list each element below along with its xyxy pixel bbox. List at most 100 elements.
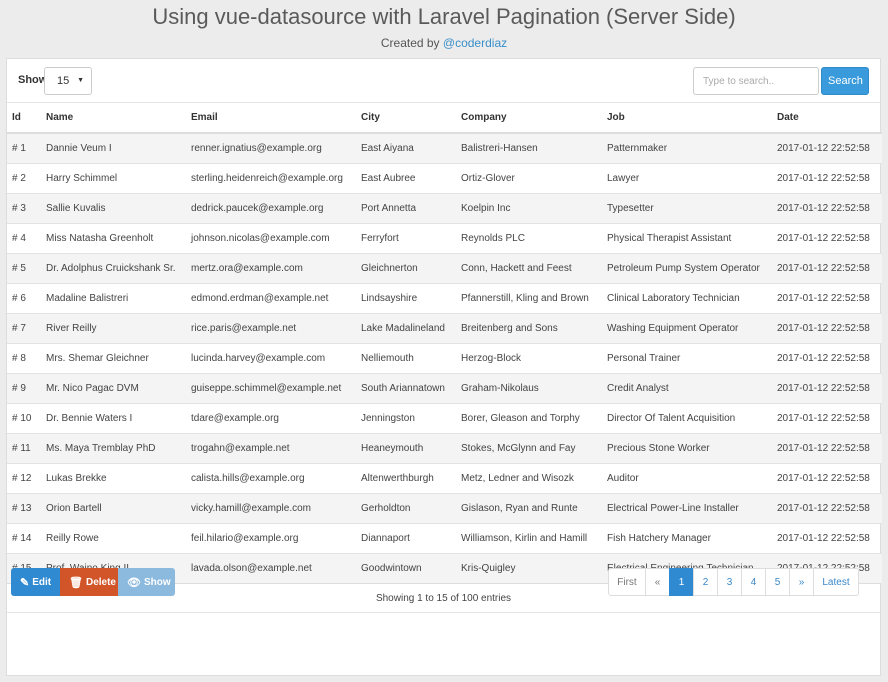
table-row[interactable]: # 12 Lukas Brekke calista.hills@example.or…: [7, 462, 882, 493]
table-cell: # 7: [7, 312, 41, 343]
table-cell: 2017-01-12 22:52:58: [772, 402, 882, 433]
table-cell: 2017-01-12 22:52:58: [772, 222, 882, 253]
page-header: Using vue-datasource with Laravel Pagina…: [0, 0, 888, 52]
table-row[interactable]: # 2 Harry Schimmel sterling.heidenreich@ex…: [7, 162, 882, 193]
table-row[interactable]: # 6 Madaline Balistreri edmond.erdman@exam…: [7, 282, 882, 313]
table-row[interactable]: # 4 Miss Natasha Greenholt johnson.nicolas…: [7, 222, 882, 253]
column-header[interactable]: Id: [7, 103, 41, 134]
table-cell: Electrical Power-Line Installer: [602, 492, 772, 523]
table-cell: Precious Stone Worker: [602, 432, 772, 463]
toolbar: Show 15 ▼ Search: [7, 59, 880, 103]
table-cell: Ms. Maya Tremblay PhD: [41, 432, 186, 463]
table-cell: 2017-01-12 22:52:58: [772, 342, 882, 373]
table-cell: lucinda.harvey@example.com: [186, 342, 356, 373]
author-link[interactable]: @coderdiaz: [443, 36, 507, 50]
table-cell: # 2: [7, 162, 41, 193]
column-header[interactable]: Job: [602, 103, 772, 134]
table-cell: Petroleum Pump System Operator: [602, 252, 772, 283]
column-header[interactable]: City: [356, 103, 456, 134]
table-cell: Balistreri-Hansen: [456, 132, 602, 163]
table-cell: Stokes, McGlynn and Fay: [456, 432, 602, 463]
table-cell: 2017-01-12 22:52:58: [772, 312, 882, 343]
created-by-label: Created by: [380, 36, 440, 50]
table-cell: Lake Madalineland: [356, 312, 456, 343]
column-header[interactable]: Date: [772, 103, 882, 134]
table-cell: renner.ignatius@example.org: [186, 132, 356, 163]
page-number[interactable]: 4: [741, 568, 766, 596]
table-row[interactable]: # 11 Ms. Maya Tremblay PhD trogahn@example…: [7, 432, 882, 463]
table-cell: Director Of Talent Acquisition: [602, 402, 772, 433]
table-row[interactable]: # 8 Mrs. Shemar Gleichner lucinda.harvey@e…: [7, 342, 882, 373]
page-number[interactable]: 5: [765, 568, 790, 596]
table-cell: Typesetter: [602, 192, 772, 223]
table-row[interactable]: # 5 Dr. Adolphus Cruickshank Sr. mertz.ora…: [7, 252, 882, 283]
table-row[interactable]: # 3 Sallie Kuvalis dedrick.paucek@example.…: [7, 192, 882, 223]
page-number[interactable]: 1: [669, 568, 694, 596]
action-buttons: ✎ Edit 🗑 Delete 👁 Show: [11, 568, 175, 596]
table-cell: edmond.erdman@example.net: [186, 282, 356, 313]
delete-button[interactable]: 🗑 Delete: [60, 568, 118, 596]
show-button[interactable]: 👁 Show: [118, 568, 175, 596]
table-cell: Reilly Rowe: [41, 522, 186, 553]
page-prev[interactable]: «: [645, 568, 670, 596]
table-cell: # 11: [7, 432, 41, 463]
table-cell: Borer, Gleason and Torphy: [456, 402, 602, 433]
table-row[interactable]: # 7 River Reilly rice.paris@example.net Lak…: [7, 312, 882, 343]
page-latest[interactable]: Latest: [813, 568, 859, 596]
table-cell: 2017-01-12 22:52:58: [772, 492, 882, 523]
page-number[interactable]: 3: [717, 568, 742, 596]
table-cell: johnson.nicolas@example.com: [186, 222, 356, 253]
caret-down-icon: ▼: [77, 77, 84, 84]
page-first[interactable]: First: [608, 568, 646, 596]
page-number[interactable]: 2: [693, 568, 718, 596]
table-cell: Graham-Nikolaus: [456, 372, 602, 403]
table-cell: Lukas Brekke: [41, 462, 186, 493]
table-cell: Gislason, Ryan and Runte: [456, 492, 602, 523]
table-cell: tdare@example.org: [186, 402, 356, 433]
table-cell: River Reilly: [41, 312, 186, 343]
table-row[interactable]: # 9 Mr. Nico Pagac DVM guiseppe.schimmel@e…: [7, 372, 882, 403]
table-row[interactable]: # 14 Reilly Rowe feil.hilario@example.org D…: [7, 522, 882, 553]
table-cell: # 6: [7, 282, 41, 313]
table-cell: South Ariannatown: [356, 372, 456, 403]
table-row[interactable]: # 13 Orion Bartell vicky.hamill@example.co…: [7, 492, 882, 523]
table-cell: Breitenberg and Sons: [456, 312, 602, 343]
per-page-value: 15: [57, 75, 70, 87]
table-cell: 2017-01-12 22:52:58: [772, 432, 882, 463]
table-row[interactable]: # 1 Dannie Veum Irenner.ignatius@example.…: [7, 132, 882, 163]
table-cell: Physical Therapist Assistant: [602, 222, 772, 253]
table-cell: 2017-01-12 22:52:58: [772, 252, 882, 283]
column-header[interactable]: Company: [456, 103, 602, 134]
table-cell: Kris-Quigley: [456, 552, 602, 583]
table-cell: 2017-01-12 22:52:58: [772, 192, 882, 223]
column-header[interactable]: Name: [41, 103, 186, 134]
edit-button[interactable]: ✎ Edit: [11, 568, 60, 596]
per-page-select[interactable]: 15 ▼: [44, 67, 92, 95]
table-cell: Reynolds PLC: [456, 222, 602, 253]
table-cell: Dr. Adolphus Cruickshank Sr.: [41, 252, 186, 283]
table-cell: Ferryfort: [356, 222, 456, 253]
table-cell: Patternmaker: [602, 132, 772, 163]
table-cell: Jenningston: [356, 402, 456, 433]
table-cell: Heaneymouth: [356, 432, 456, 463]
delete-label: Delete: [85, 576, 116, 588]
table-cell: Goodwintown: [356, 552, 456, 583]
table-cell: 2017-01-12 22:52:58: [772, 282, 882, 313]
table-cell: Washing Equipment Operator: [602, 312, 772, 343]
page-next[interactable]: »: [789, 568, 814, 596]
trash-icon: 🗑: [69, 576, 83, 589]
table-cell: Dr. Bennie Waters I: [41, 402, 186, 433]
table-cell: vicky.hamill@example.com: [186, 492, 356, 523]
table-cell: Dannie Veum I: [41, 132, 186, 163]
table-cell: 2017-01-12 22:52:58: [772, 462, 882, 493]
column-header[interactable]: Email: [186, 103, 356, 134]
table-cell: Fish Hatchery Manager: [602, 522, 772, 553]
data-table: Id Name Email City Company Job Date # 1 Dannie …: [7, 103, 882, 583]
table-cell: mertz.ora@example.com: [186, 252, 356, 283]
search-input[interactable]: [693, 67, 819, 95]
table-row[interactable]: # 10 Dr. Bennie Waters Itdare@example.org…: [7, 402, 882, 433]
table-cell: Metz, Ledner and Wisozk: [456, 462, 602, 493]
edit-label: Edit: [32, 576, 52, 588]
search-button[interactable]: Search: [821, 67, 869, 95]
table-cell: Credit Analyst: [602, 372, 772, 403]
